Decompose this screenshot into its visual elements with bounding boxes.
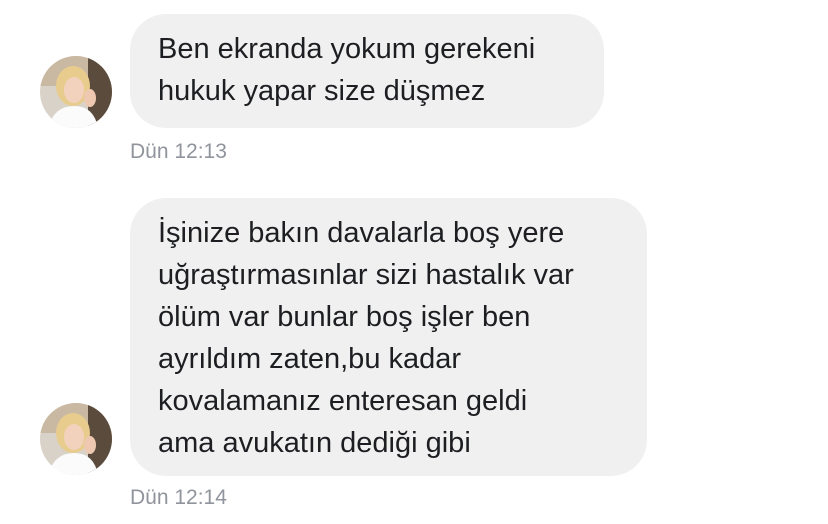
message-bubble[interactable]: Ben ekranda yokum gerekeni hukuk yapar s… bbox=[130, 14, 604, 128]
sender-avatar[interactable] bbox=[40, 56, 112, 128]
avatar-photo-icon bbox=[40, 403, 112, 475]
sender-avatar[interactable] bbox=[40, 403, 112, 475]
message-timestamp: Dün 12:13 bbox=[130, 140, 227, 163]
message-timestamp: Dün 12:14 bbox=[130, 486, 227, 509]
avatar-photo-icon bbox=[40, 56, 112, 128]
message-bubble[interactable]: İşinize bakın davalarla boş yere uğraştı… bbox=[130, 198, 647, 476]
